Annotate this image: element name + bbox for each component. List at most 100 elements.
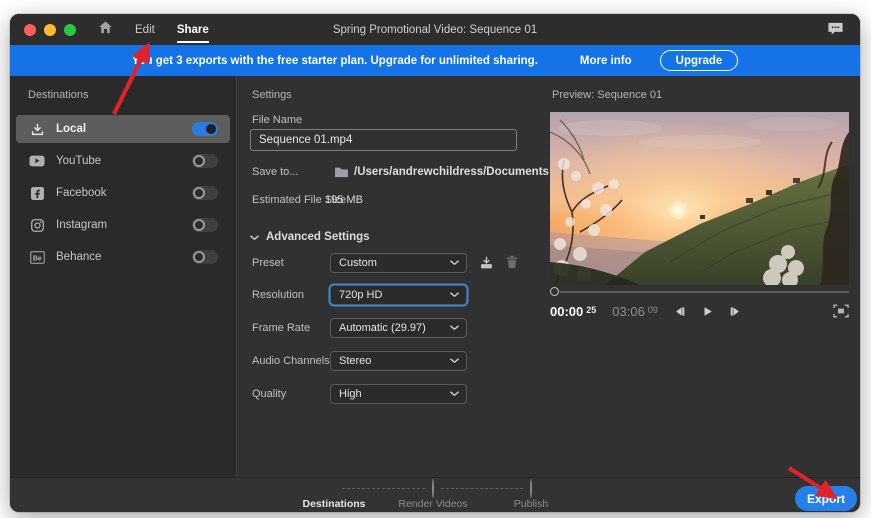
scrubber-line — [560, 291, 849, 293]
step-label-destinations: Destinations — [302, 498, 366, 510]
destinations-sidebar: Destinations Local YouTube Facebook Inst… — [10, 76, 237, 477]
frame-rate-label: Frame Rate — [252, 322, 311, 334]
step-connector — [342, 488, 425, 489]
toggle-facebook[interactable] — [192, 186, 218, 200]
home-button[interactable] — [98, 20, 113, 39]
preview-heading: Preview: Sequence 01 — [552, 89, 663, 101]
quality-label: Quality — [252, 388, 287, 400]
video-preview — [550, 112, 849, 285]
step-label-render-videos: Render Videos — [398, 498, 468, 510]
estimated-size-value: 195 MB — [325, 194, 363, 206]
sidebar-item-local[interactable]: Local — [16, 115, 230, 143]
settings-panel: Settings File Name Save to... /Users/and… — [238, 76, 549, 477]
footer-bar: Destinations Render Videos Publish Expor… — [10, 477, 860, 512]
traffic-lights — [24, 23, 76, 36]
chevron-down-icon — [450, 292, 459, 298]
more-info-link[interactable]: More info — [580, 55, 632, 67]
toggle-instagram[interactable] — [192, 218, 218, 232]
audio-channels-dropdown[interactable]: Stereo — [330, 351, 467, 371]
window-title: Spring Promotional Video: Sequence 01 — [332, 23, 538, 36]
chevron-down-icon — [450, 325, 459, 331]
banner-message: You get 3 exports with the free starter … — [131, 54, 538, 67]
comment-bubble-icon — [827, 22, 844, 41]
menu-share-label: Share — [176, 23, 209, 36]
step-back-button[interactable] — [673, 305, 686, 318]
toggle-youtube[interactable] — [192, 154, 218, 168]
play-button[interactable] — [701, 305, 714, 318]
chevron-down-icon — [450, 391, 459, 397]
destinations-heading: Destinations — [28, 89, 89, 101]
folder-icon[interactable] — [334, 165, 349, 183]
minimize-window-button[interactable] — [44, 23, 56, 36]
resolution-dropdown[interactable]: 720p HD — [330, 285, 467, 305]
audio-channels-label: Audio Channels — [252, 355, 330, 367]
save-to-path: /Users/andrewchildress/Documents — [354, 166, 549, 178]
page: Edit Share Spring Promotional Video: Seq… — [0, 0, 871, 518]
toggle-behance[interactable] — [192, 250, 218, 264]
chevron-down-icon — [250, 228, 259, 246]
timecode-current-frames: 25 — [586, 305, 597, 315]
preview-panel: Preview: Sequence 01 00:00 25 03:06 09 — [540, 76, 850, 477]
feedback-button[interactable] — [827, 21, 844, 42]
toggle-knob — [193, 219, 205, 231]
quality-dropdown[interactable]: High — [330, 384, 467, 404]
advanced-settings-toggle[interactable]: Advanced Settings — [250, 228, 370, 246]
upgrade-button[interactable]: Upgrade — [659, 50, 739, 71]
home-icon — [98, 20, 113, 39]
sunset-preview-image — [550, 112, 849, 285]
close-window-button[interactable] — [24, 23, 36, 36]
playhead-handle[interactable] — [550, 287, 559, 296]
step-dot-render-videos — [432, 479, 434, 498]
menu-share[interactable]: Share — [176, 23, 209, 43]
sidebar-item-instagram[interactable]: Instagram — [16, 211, 230, 239]
facebook-icon — [28, 186, 46, 200]
toggle-knob — [193, 251, 205, 263]
sidebar-item-facebook[interactable]: Facebook — [16, 179, 230, 207]
fullscreen-button[interactable] — [833, 304, 849, 318]
step-dot-publish — [530, 479, 532, 498]
svg-text:Be: Be — [32, 255, 41, 262]
youtube-icon — [28, 155, 46, 167]
dropdown-value: Stereo — [339, 355, 372, 367]
transport-controls: 00:00 25 03:06 09 — [550, 302, 849, 320]
toggle-knob — [193, 155, 205, 167]
behance-icon: Be — [28, 250, 46, 264]
timecode-duration-frames: 09 — [647, 305, 658, 315]
dropdown-value: High — [339, 388, 362, 400]
file-name-input[interactable] — [250, 129, 517, 151]
export-button[interactable]: Export — [795, 486, 857, 511]
frame-rate-dropdown[interactable]: Automatic (29.97) — [330, 318, 467, 338]
destination-label: YouTube — [56, 155, 102, 167]
step-connector — [441, 488, 523, 489]
menu-edit[interactable]: Edit — [135, 24, 155, 36]
toggle-knob — [206, 124, 216, 134]
destination-label: Instagram — [56, 219, 108, 231]
file-name-label: File Name — [252, 114, 303, 126]
destination-label: Facebook — [56, 187, 107, 199]
toggle-knob — [193, 187, 205, 199]
step-label-publish: Publish — [513, 498, 549, 510]
dropdown-value: Custom — [339, 257, 377, 269]
resolution-label: Resolution — [252, 289, 304, 301]
sidebar-item-youtube[interactable]: YouTube — [16, 147, 230, 175]
zoom-window-button[interactable] — [64, 23, 76, 36]
delete-preset-button[interactable] — [506, 255, 518, 269]
toggle-local[interactable] — [192, 122, 218, 136]
sidebar-item-behance[interactable]: Be Behance — [16, 243, 230, 271]
scrubber-track[interactable] — [550, 286, 849, 298]
step-forward-button[interactable] — [729, 305, 742, 318]
save-to-label: Save to... — [252, 166, 299, 178]
destination-label: Behance — [56, 251, 102, 263]
dropdown-value: 720p HD — [339, 289, 383, 301]
destination-label: Local — [56, 123, 87, 135]
preset-label: Preset — [252, 257, 284, 269]
timecode-duration: 03:06 — [612, 303, 645, 319]
dropdown-value: Automatic (29.97) — [339, 322, 426, 334]
app-window: Edit Share Spring Promotional Video: Seq… — [10, 14, 860, 512]
advanced-settings-label: Advanced Settings — [266, 231, 370, 243]
instagram-icon — [28, 218, 46, 232]
save-preset-button[interactable] — [479, 255, 494, 270]
preset-dropdown[interactable]: Custom — [330, 253, 467, 273]
menu-edit-label: Edit — [135, 23, 155, 36]
titlebar: Edit Share Spring Promotional Video: Seq… — [10, 14, 860, 45]
